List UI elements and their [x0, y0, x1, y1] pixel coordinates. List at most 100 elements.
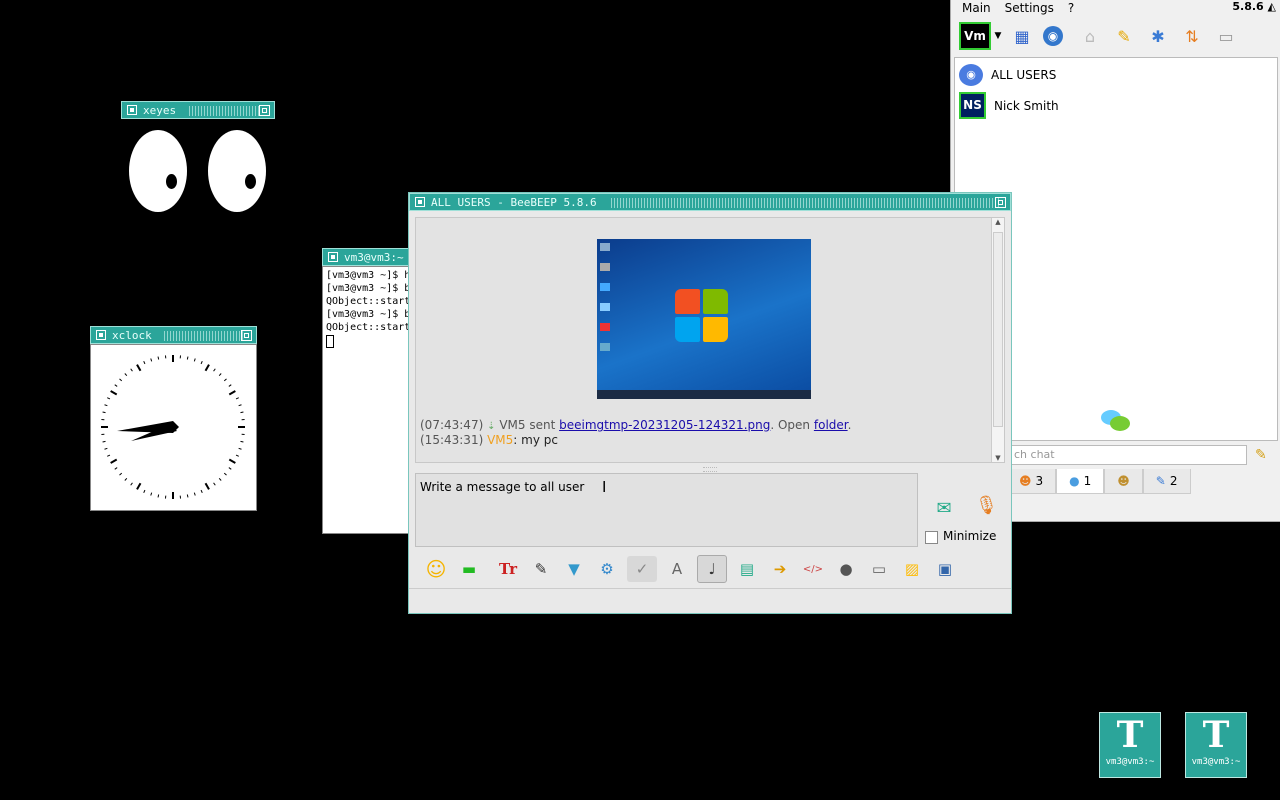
settings-icon[interactable]: ⚙ — [594, 556, 620, 582]
user-item-nick-smith[interactable]: NS Nick Smith — [959, 92, 1059, 119]
clock-tick — [114, 467, 118, 470]
scroll-thumb[interactable] — [993, 232, 1003, 427]
clock-face — [101, 355, 245, 499]
save-icon[interactable]: ▤ — [734, 556, 760, 582]
tab-chats[interactable]: ● 1 — [1056, 469, 1105, 494]
text-cursor-icon: I — [602, 478, 607, 496]
all-users-icon: ◉ — [959, 64, 983, 86]
chat-title: ALL USERS - BeeBEEP 5.8.6 — [431, 196, 597, 209]
clock-tick — [186, 494, 189, 498]
minimize-checkbox[interactable] — [925, 531, 938, 544]
draw-icon[interactable]: ✎ — [528, 556, 554, 582]
spellcheck-icon[interactable]: ✓ — [627, 556, 657, 582]
update-icon[interactable]: ⇅ — [1179, 23, 1205, 49]
terminal-icon-2[interactable]: T vm3@vm3:~ — [1185, 712, 1247, 778]
screen-icon[interactable]: ▭ — [866, 556, 892, 582]
send-file-icon[interactable]: ➔ — [767, 556, 793, 582]
chat-bubbles-icon — [1101, 410, 1130, 432]
windows-taskbar — [597, 390, 811, 399]
version-text: 5.8.6 — [1232, 0, 1264, 13]
scroll-down-icon[interactable]: ▼ — [992, 454, 1004, 462]
clock-tick — [150, 358, 153, 362]
send-button[interactable]: ✉ — [927, 498, 961, 522]
clock-tick — [104, 447, 108, 450]
clock-tick — [218, 477, 222, 481]
user-name: ALL USERS — [991, 68, 1057, 82]
font-size-icon[interactable]: A — [664, 556, 690, 582]
clock-tick — [235, 397, 239, 400]
edit-profile-icon[interactable]: ▦ — [1009, 23, 1035, 49]
clock-tick — [228, 384, 232, 387]
xeyes-titlebar[interactable]: xeyes — [121, 101, 275, 119]
formatting-toolbar: ☺ ▬ Tr ✎ ▼ ⚙ ✓ A ♩ ▤ ➔ </> ● ▭ ▨ ▣ — [423, 555, 965, 583]
dropdown-arrow-icon[interactable]: ▼ — [993, 23, 1003, 49]
window-icon[interactable] — [127, 105, 137, 115]
terminal-window[interactable]: [vm3@vm3 ~]$ h [vm3@vm3 ~]$ b QObject::sta… — [322, 266, 412, 534]
font-icon[interactable]: Tr — [495, 556, 521, 582]
resize-icon[interactable] — [259, 105, 270, 116]
splitter-handle[interactable] — [703, 467, 717, 472]
right-eye — [208, 130, 266, 212]
save-chat-icon[interactable]: ▣ — [932, 556, 958, 582]
menu-help[interactable]: ? — [1068, 1, 1074, 15]
home-icon[interactable]: ⌂ — [1077, 23, 1103, 49]
clock-tick — [228, 390, 236, 396]
vm-status-icon[interactable]: Vm — [959, 22, 991, 50]
tools-icon[interactable]: ✱ — [1145, 23, 1171, 49]
clear-search-icon[interactable]: ✎ — [1255, 447, 1267, 463]
terminal-line: [vm3@vm3 ~]$ h — [326, 270, 411, 281]
menu-settings[interactable]: Settings — [1005, 1, 1054, 15]
emoji-icon[interactable]: ☺ — [423, 556, 449, 582]
window-icon[interactable] — [415, 197, 425, 207]
tab-groups[interactable]: ☻ — [1104, 469, 1143, 494]
menu-main[interactable]: Main — [962, 1, 991, 15]
filter-icon[interactable]: ▼ — [561, 556, 587, 582]
resize-icon[interactable] — [241, 330, 252, 341]
voice-message-icon[interactable]: 🎙 — [975, 495, 998, 523]
clock-tick — [240, 411, 244, 414]
xeyes-title: xeyes — [143, 104, 177, 117]
groups-icon: ☻ — [1117, 474, 1130, 488]
tab-count: 1 — [1083, 474, 1092, 488]
clock-tick — [110, 458, 118, 464]
file-link[interactable]: beeimgtmp-20231205-124321.png — [559, 418, 770, 432]
resize-icon[interactable] — [995, 197, 1006, 208]
clock-tick — [102, 440, 106, 443]
clock-tick — [228, 458, 236, 464]
tab-files[interactable]: ✎ 2 — [1142, 469, 1191, 494]
record-icon[interactable]: ● — [833, 556, 859, 582]
tab-users[interactable]: ☻ 3 — [1006, 469, 1057, 494]
chat-titlebar[interactable]: ALL USERS - BeeBEEP 5.8.6 — [409, 193, 1011, 211]
scroll-up-icon[interactable]: ▲ — [992, 218, 1004, 226]
clock-tick — [228, 467, 232, 470]
chat-scrollbar[interactable]: ▲ ▼ — [991, 218, 1004, 462]
clock-tick — [235, 454, 239, 457]
right-pupil — [245, 174, 256, 189]
note-icon[interactable]: ▨ — [899, 556, 925, 582]
message-input[interactable]: Write a message to all user I — [415, 473, 918, 547]
shared-screenshot-image[interactable] — [597, 239, 811, 399]
main-toolbar: Vm ▼ ▦ ◉ ⌂ ✎ ✱ ⇅ ▭ — [959, 22, 1247, 50]
terminal-icon-1[interactable]: T vm3@vm3:~ — [1099, 712, 1161, 778]
clock-tick — [238, 404, 242, 407]
files-icon: ✎ — [1155, 474, 1166, 488]
trash-icon[interactable]: ▭ — [1213, 23, 1239, 49]
clock-tick — [114, 384, 118, 387]
file-sent-message: (07:43:47) ⇣ VM5 sent beeimgtmp-20231205… — [420, 418, 851, 432]
highlight-icon[interactable]: ▬ — [456, 556, 482, 582]
window-icon[interactable] — [328, 252, 338, 262]
xclock-titlebar[interactable]: xclock — [90, 326, 257, 344]
icon-label: vm3@vm3:~ — [1191, 757, 1241, 767]
code-icon[interactable]: </> — [800, 556, 826, 582]
user-item-all-users[interactable]: ◉ ALL USERS — [959, 64, 1056, 86]
terminal-line: QObject::start — [326, 322, 411, 333]
clock-tick — [223, 378, 227, 382]
window-icon[interactable] — [96, 330, 106, 340]
music-note-icon[interactable]: ♩ — [697, 555, 727, 583]
folder-link[interactable]: folder — [814, 418, 848, 432]
pencil-icon[interactable]: ✎ — [1111, 23, 1137, 49]
message-text: : my pc — [513, 433, 558, 447]
menu-bar: Main Settings ? — [951, 0, 1280, 15]
network-icon[interactable]: ◉ — [1043, 26, 1063, 46]
terminal-titlebar[interactable]: vm3@vm3:~ — [322, 248, 412, 266]
